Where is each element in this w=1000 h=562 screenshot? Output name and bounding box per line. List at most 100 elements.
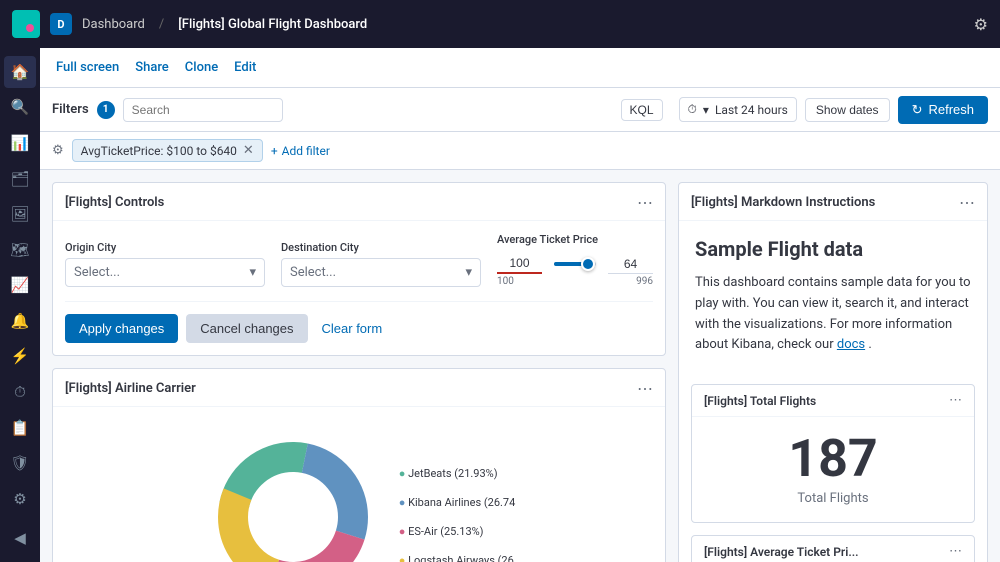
sidebar-logs[interactable]: 📋 <box>4 412 36 444</box>
kibana-logo <box>12 10 40 38</box>
sidebar-dashboard[interactable]: 🗂 <box>4 163 36 195</box>
origin-city-label: Origin City <box>65 241 265 254</box>
markdown-text: This dashboard contains sample data for … <box>695 273 971 356</box>
sidebar-ml[interactable]: 📈 <box>4 269 36 301</box>
price-slider-track[interactable] <box>554 262 596 266</box>
fullscreen-link[interactable]: Full screen <box>56 60 119 75</box>
nav-breadcrumb1: Dashboard <box>82 17 145 32</box>
settings-icon[interactable]: ⚙ <box>974 15 988 34</box>
filter-count-badge: 1 <box>97 101 115 119</box>
top-navigation: D Dashboard / [Flights] Global Flight Da… <box>0 0 1000 48</box>
secondary-navigation: Full screen Share Clone Edit <box>40 48 1000 88</box>
main-content: Full screen Share Clone Edit Filters 1 K… <box>40 48 1000 562</box>
controls-panel-header: [Flights] Controls ⋯ <box>53 183 665 221</box>
total-flights-number: 187 <box>708 433 958 485</box>
cancel-changes-button[interactable]: Cancel changes <box>186 314 307 343</box>
donut-labels: ● JetBeats (21.93%) ● Kibana Airlines (2… <box>399 467 516 562</box>
dest-city-label: Destination City <box>281 241 481 254</box>
sidebar-visualize[interactable]: 📊 <box>4 127 36 159</box>
controls-actions: Apply changes Cancel changes Clear form <box>65 301 653 343</box>
time-filter[interactable]: ⏱ ▾ Last 24 hours <box>679 97 797 122</box>
price-max-label: 996 <box>636 276 653 287</box>
origin-city-chevron: ▾ <box>249 265 256 280</box>
filter-chip-remove[interactable]: ✕ <box>243 143 254 158</box>
share-link[interactable]: Share <box>135 60 169 75</box>
total-flights-menu[interactable]: ⋯ <box>949 393 962 408</box>
label-esair: ● ES-Air (25.13%) <box>399 525 516 538</box>
filter-search-input[interactable] <box>123 98 283 122</box>
airline-panel-title: [Flights] Airline Carrier <box>65 381 196 396</box>
filter-gear-icon[interactable]: ⚙ <box>52 143 64 158</box>
edit-link[interactable]: Edit <box>234 60 256 75</box>
dest-city-placeholder: Select... <box>290 265 336 280</box>
avg-price-title: [Flights] Average Ticket Pri... <box>704 545 859 559</box>
sidebar-alerting[interactable]: 🔔 <box>4 305 36 337</box>
price-min-input[interactable] <box>497 254 542 274</box>
markdown-panel-header: [Flights] Markdown Instructions ⋯ <box>679 183 987 221</box>
docs-link[interactable]: docs <box>837 337 865 352</box>
price-min-label: 100 <box>497 276 514 287</box>
nav-badge: D <box>50 13 72 35</box>
refresh-label: Refresh <box>928 102 974 117</box>
total-flights-title: [Flights] Total Flights <box>704 394 816 408</box>
time-icon: ⏱ <box>688 102 697 117</box>
filters-label: Filters <box>52 102 89 117</box>
refresh-icon: ↻ <box>912 102 923 118</box>
nav-separator: / <box>159 17 164 32</box>
apply-changes-button[interactable]: Apply changes <box>65 314 178 343</box>
price-slider-thumb[interactable] <box>581 257 595 271</box>
total-flights-sub-panel: [Flights] Total Flights ⋯ 187 Total Flig… <box>691 384 975 523</box>
add-filter-icon: + <box>271 144 278 158</box>
sidebar-management[interactable]: ⚙ <box>4 483 36 515</box>
sidebar-canvas[interactable]: 🖼 <box>4 198 36 230</box>
time-text: Last 24 hours <box>715 103 788 117</box>
controls-panel-title: [Flights] Controls <box>65 195 164 210</box>
markdown-panel-menu[interactable]: ⋯ <box>959 193 975 212</box>
airline-chart-area: ● JetBeats (21.93%) ● Kibana Airlines (2… <box>53 407 665 562</box>
add-filter-button[interactable]: + Add filter <box>271 144 330 158</box>
clear-form-button[interactable]: Clear form <box>316 314 389 343</box>
controls-fields: Origin City Select... ▾ Destination City… <box>65 233 653 287</box>
origin-city-select[interactable]: Select... ▾ <box>65 258 265 287</box>
origin-city-placeholder: Select... <box>74 265 120 280</box>
airline-panel-header: [Flights] Airline Carrier ⋯ <box>53 369 665 407</box>
controls-body: Origin City Select... ▾ Destination City… <box>53 221 665 355</box>
filter-bar: Filters 1 KQL ⏱ ▾ Last 24 hours Show dat… <box>40 88 1000 132</box>
markdown-panel-title: [Flights] Markdown Instructions <box>691 195 875 210</box>
filter-chip-text: AvgTicketPrice: $100 to $640 <box>81 144 237 158</box>
refresh-button[interactable]: ↻ Refresh <box>898 96 988 124</box>
active-filter-chip: AvgTicketPrice: $100 to $640 ✕ <box>72 139 263 162</box>
sidebar-apm[interactable]: ⚡ <box>4 341 36 373</box>
price-range-label: Average Ticket Price <box>497 233 653 246</box>
dashboard-grid: [Flights] Controls ⋯ Origin City Select.… <box>40 170 1000 562</box>
airline-chart-container: ● JetBeats (21.93%) ● Kibana Airlines (2… <box>203 427 516 562</box>
markdown-body: Sample Flight data This dashboard contai… <box>679 221 987 372</box>
active-filters-bar: ⚙ AvgTicketPrice: $100 to $640 ✕ + Add f… <box>40 132 1000 170</box>
sidebar-security[interactable]: 🛡 <box>4 447 36 479</box>
airline-panel-menu[interactable]: ⋯ <box>637 379 653 398</box>
sidebar: 🏠 🔍 📊 🗂 🖼 🗺 📈 🔔 ⚡ ⏱ 📋 🛡 ⚙ ◀ <box>0 48 40 562</box>
dest-city-select[interactable]: Select... ▾ <box>281 258 481 287</box>
sidebar-maps[interactable]: 🗺 <box>4 234 36 266</box>
total-flights-label: Total Flights <box>708 491 958 506</box>
label-logstash: ● Logstash Airways (26 <box>399 554 516 562</box>
price-range-labels: 100 996 <box>497 276 653 287</box>
label-kibana: ● Kibana Airlines (26.74 <box>399 496 516 509</box>
time-dropdown-icon: ▾ <box>703 103 709 117</box>
sidebar-collapse[interactable]: ◀ <box>4 523 36 555</box>
kql-button[interactable]: KQL <box>621 99 663 121</box>
avg-price-menu[interactable]: ⋯ <box>949 544 962 559</box>
controls-panel-menu[interactable]: ⋯ <box>637 193 653 212</box>
controls-panel: [Flights] Controls ⋯ Origin City Select.… <box>52 182 666 356</box>
clone-link[interactable]: Clone <box>185 60 218 75</box>
nav-breadcrumb2: [Flights] Global Flight Dashboard <box>178 17 367 32</box>
markdown-panel: [Flights] Markdown Instructions ⋯ Sample… <box>678 182 988 562</box>
sidebar-discover[interactable]: 🔍 <box>4 92 36 124</box>
markdown-heading: Sample Flight data <box>695 237 971 261</box>
price-max-input[interactable] <box>608 255 653 274</box>
price-slider-container <box>497 254 653 274</box>
sidebar-uptime[interactable]: ⏱ <box>4 376 36 408</box>
sidebar-home[interactable]: 🏠 <box>4 56 36 88</box>
show-dates-button[interactable]: Show dates <box>805 98 890 122</box>
dest-city-field: Destination City Select... ▾ <box>281 241 481 287</box>
